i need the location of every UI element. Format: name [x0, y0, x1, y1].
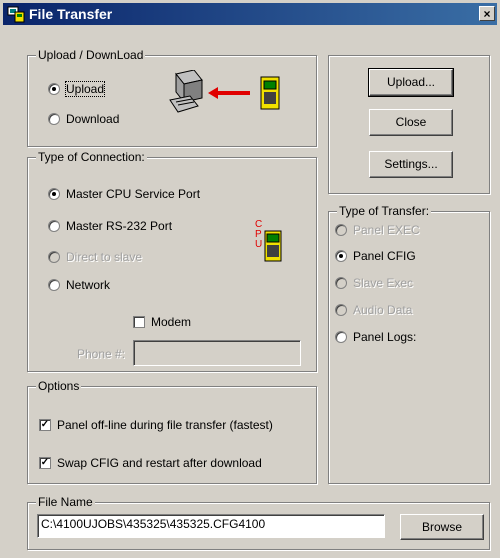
- phone-number-field[interactable]: [133, 340, 301, 366]
- download-radio[interactable]: Download: [48, 111, 119, 127]
- app-icon: [7, 6, 25, 23]
- master-cpu-radio-label: Master CPU Service Port: [66, 187, 201, 201]
- direct-to-slave-radio[interactable]: Direct to slave: [48, 249, 142, 265]
- audio-data-radio[interactable]: Audio Data: [335, 302, 412, 318]
- panel-offline-checkbox-box[interactable]: ✓: [39, 418, 51, 431]
- slave-exec-radio[interactable]: Slave Exec: [335, 275, 413, 291]
- upload-download-group: Upload / DownLoad Upload Download: [27, 48, 317, 147]
- action-buttons-group: Upload... Close Settings...: [328, 55, 490, 194]
- close-button[interactable]: Close: [369, 109, 453, 136]
- panel-exec-radio[interactable]: Panel EXEC: [335, 222, 420, 238]
- arrow-left-icon: [208, 87, 250, 99]
- panel-icon: [260, 76, 280, 110]
- panel-cfig-radio-label: Panel CFIG: [353, 249, 416, 263]
- options-group: Options ✓ Panel off-line during file tran…: [27, 379, 317, 484]
- transfer-type-legend: Type of Transfer:: [337, 204, 432, 218]
- modem-checkbox-box[interactable]: [133, 315, 145, 328]
- cpu-panel-icon: [264, 230, 282, 262]
- panel-cfig-radio[interactable]: Panel CFIG: [335, 248, 416, 264]
- panel-cfig-radio-dot[interactable]: [335, 249, 347, 262]
- upload-radio[interactable]: Upload: [48, 81, 106, 97]
- download-radio-dot[interactable]: [48, 112, 60, 125]
- panel-exec-radio-dot[interactable]: [335, 223, 347, 236]
- panel-offline-checkbox-label: Panel off-line during file transfer (fas…: [57, 418, 273, 432]
- options-legend: Options: [36, 379, 82, 393]
- file-transfer-dialog: File Transfer × Upload / DownLoad Upload…: [0, 0, 500, 558]
- master-cpu-service-port-radio[interactable]: Master CPU Service Port: [48, 186, 200, 202]
- panel-exec-radio-label: Panel EXEC: [353, 223, 420, 237]
- slave-exec-radio-label: Slave Exec: [353, 276, 414, 290]
- transfer-type-group: Type of Transfer: Panel EXEC Panel CFIG …: [328, 204, 490, 484]
- slave-exec-radio-dot[interactable]: [335, 276, 347, 289]
- file-name-group: File Name C:\4100UJOBS\435325\435325.CFG…: [27, 495, 490, 550]
- connection-group: Type of Connection: Master CPU Service P…: [27, 150, 317, 372]
- modem-checkbox-label: Modem: [151, 315, 192, 329]
- master-rs232-port-radio[interactable]: Master RS-232 Port: [48, 218, 172, 234]
- cpu-label: CPU: [255, 219, 263, 250]
- swap-cfig-checkbox-box[interactable]: ✓: [39, 456, 51, 469]
- direct-to-slave-radio-dot[interactable]: [48, 250, 60, 263]
- panel-logs-radio-dot[interactable]: [335, 330, 347, 343]
- network-radio-dot[interactable]: [48, 278, 60, 291]
- file-name-legend: File Name: [36, 495, 95, 509]
- connection-legend: Type of Connection:: [36, 150, 147, 164]
- upload-button[interactable]: Upload...: [368, 68, 454, 97]
- panel-logs-radio-label: Panel Logs:: [353, 330, 417, 344]
- file-name-input[interactable]: C:\4100UJOBS\435325\435325.CFG4100: [37, 514, 385, 538]
- modem-checkbox[interactable]: Modem: [133, 314, 191, 330]
- panel-logs-radio[interactable]: Panel Logs:: [335, 329, 416, 345]
- title-bar[interactable]: File Transfer ×: [3, 3, 497, 25]
- swap-cfig-checkbox[interactable]: ✓ Swap CFIG and restart after download: [39, 455, 262, 471]
- close-window-button[interactable]: ×: [479, 6, 495, 21]
- upload-radio-label: Upload: [64, 81, 106, 97]
- browse-button[interactable]: Browse: [400, 514, 484, 540]
- settings-button[interactable]: Settings...: [369, 151, 453, 178]
- upload-radio-dot[interactable]: [48, 82, 60, 95]
- network-radio[interactable]: Network: [48, 277, 110, 293]
- network-radio-label: Network: [66, 278, 111, 292]
- phone-label: Phone #:: [77, 347, 126, 361]
- master-rs232-radio-dot[interactable]: [48, 219, 60, 232]
- window-title: File Transfer: [29, 6, 113, 22]
- master-rs232-radio-label: Master RS-232 Port: [66, 219, 173, 233]
- swap-cfig-checkbox-label: Swap CFIG and restart after download: [57, 456, 262, 470]
- panel-offline-checkbox[interactable]: ✓ Panel off-line during file transfer (fa…: [39, 417, 273, 433]
- direct-to-slave-radio-label: Direct to slave: [66, 250, 143, 264]
- audio-data-radio-label: Audio Data: [353, 303, 413, 317]
- upload-download-legend: Upload / DownLoad: [36, 48, 146, 62]
- download-radio-label: Download: [66, 112, 120, 126]
- audio-data-radio-dot[interactable]: [335, 303, 347, 316]
- computer-icon: [169, 70, 203, 113]
- master-cpu-radio-dot[interactable]: [48, 187, 60, 200]
